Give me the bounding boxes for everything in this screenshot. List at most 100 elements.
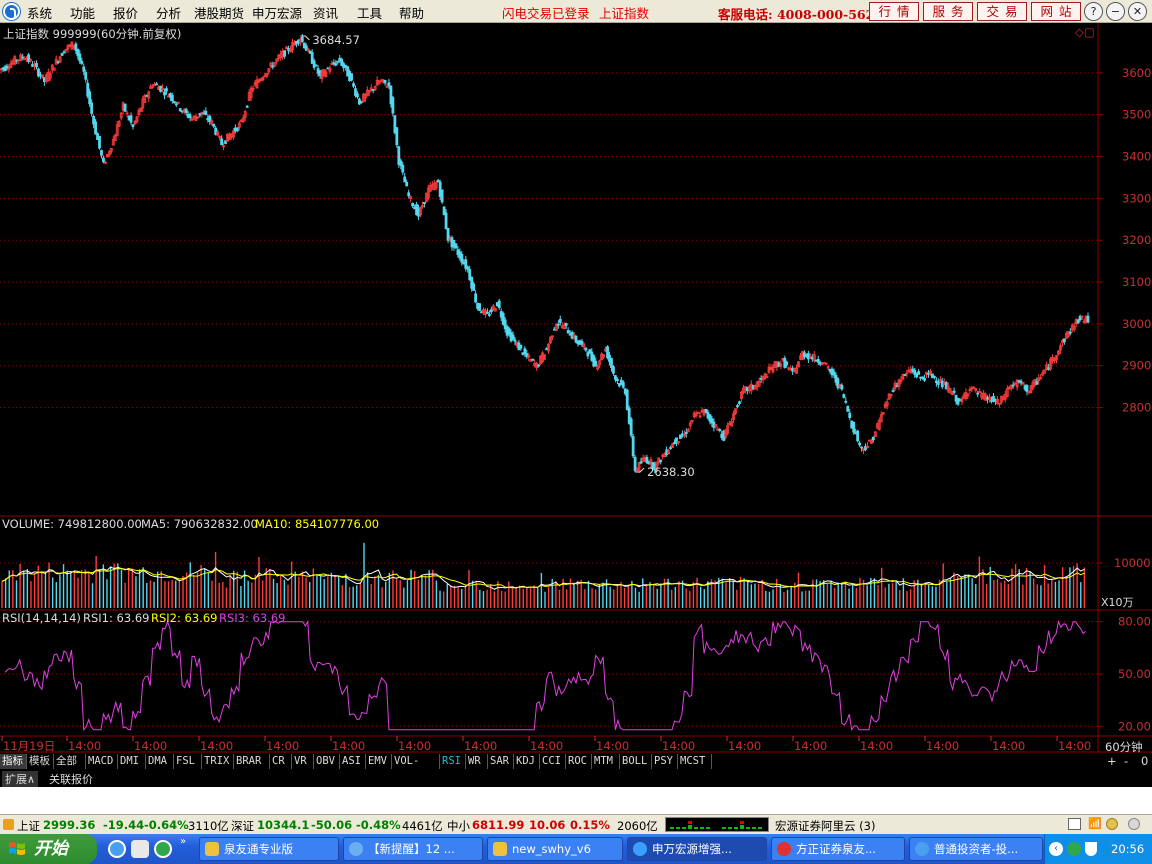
reset-zoom-button[interactable]: 0 <box>1141 754 1148 768</box>
candle <box>519 344 523 349</box>
menu-system[interactable]: 系统 <box>27 3 52 22</box>
price-tick-label: 3400 <box>1122 150 1151 164</box>
candle <box>472 283 476 291</box>
tray-app-icon[interactable] <box>1067 842 1081 856</box>
indicator-tab-模板[interactable]: 模板 <box>27 754 54 769</box>
candle <box>300 36 304 42</box>
expand-toggle[interactable]: 扩展∧ <box>2 771 39 787</box>
settings-icon[interactable] <box>1128 818 1140 830</box>
app-icon <box>777 842 791 856</box>
market-breadth-icon <box>665 817 769 832</box>
indicator-tab-wr[interactable]: WR <box>466 754 488 769</box>
indicator-tab-obv[interactable]: OBV <box>314 754 340 769</box>
indicator-tab-cr[interactable]: CR <box>270 754 292 769</box>
menu-hk-futures[interactable]: 港股期货 <box>194 3 244 22</box>
windows-flag-icon <box>9 842 25 855</box>
indicator-tab-emv[interactable]: EMV <box>366 754 392 769</box>
menu-analysis[interactable]: 分析 <box>156 3 181 22</box>
indicator-tab-fsl[interactable]: FSL <box>174 754 202 769</box>
tray-expand-icon[interactable]: ‹ <box>1049 842 1063 856</box>
nav-service-button[interactable]: 服务 <box>923 2 973 21</box>
indicator-tab-brar[interactable]: BRAR <box>234 754 270 769</box>
taskbar: 开始 » 泉友通专业版 【新提醒】12 ... new_swhy_v6 申万宏源… <box>0 834 1152 864</box>
quicklaunch-expand-icon[interactable]: » <box>180 836 186 847</box>
candle <box>235 127 239 132</box>
indicator-tab-dma[interactable]: DMA <box>146 754 174 769</box>
candle <box>334 63 338 66</box>
ticker-menu-icon[interactable] <box>3 819 14 830</box>
related-quote-tab[interactable]: 关联报价 <box>46 771 96 787</box>
indicator-tab-rsi[interactable]: RSI <box>440 754 466 769</box>
ie-icon[interactable] <box>108 840 126 858</box>
nav-website-button[interactable]: 网站 <box>1031 2 1081 21</box>
app-logo-icon[interactable] <box>3 3 20 20</box>
indicator-tab-mtm[interactable]: MTM <box>592 754 620 769</box>
taskbar-button-fangzheng[interactable]: 方正证券泉友... <box>771 837 905 861</box>
indicator-tab-roc[interactable]: ROC <box>566 754 592 769</box>
nav-market-button[interactable]: 行情 <box>869 2 919 21</box>
indicator-tab-指标[interactable]: 指标 <box>0 754 27 769</box>
volume-ma5-label: MA5: 790632832.00 <box>141 517 258 531</box>
indicator-tab-cci[interactable]: CCI <box>540 754 566 769</box>
volume-unit-label: X10万 <box>1101 596 1134 609</box>
indicator-tab-psy[interactable]: PSY <box>652 754 678 769</box>
server-name[interactable]: 宏源证券阿里云 (3) <box>775 818 875 834</box>
candle <box>486 311 489 314</box>
indicator-tab-boll[interactable]: BOLL <box>620 754 652 769</box>
menu-quote[interactable]: 报价 <box>113 3 138 22</box>
minimize-icon[interactable]: − <box>1106 2 1125 21</box>
candle <box>921 376 924 379</box>
menu-tools[interactable]: 工具 <box>357 3 382 22</box>
menu-info[interactable]: 资讯 <box>313 3 338 22</box>
min-price-label: 2638.30 <box>647 465 695 479</box>
candle <box>314 64 318 67</box>
candle <box>659 459 663 462</box>
security-shield-icon[interactable] <box>1085 842 1097 856</box>
window-icon[interactable] <box>1068 818 1081 830</box>
close-icon[interactable]: ✕ <box>1128 2 1147 21</box>
indicator-tab-vol-tdx[interactable]: VOL-TDX <box>392 754 440 782</box>
zx-change: 10.06 <box>529 818 566 832</box>
indicator-tab-kdj[interactable]: KDJ <box>514 754 540 769</box>
zx-label: 中小 <box>447 819 470 833</box>
menu-help[interactable]: 帮助 <box>399 3 424 22</box>
lock-icon[interactable] <box>1106 818 1118 830</box>
candle <box>917 371 921 375</box>
candle <box>631 436 635 457</box>
candle <box>184 108 188 113</box>
start-button[interactable]: 开始 <box>0 834 97 864</box>
zoom-in-button[interactable]: + <box>1107 754 1117 768</box>
sh-value: 2999.36 <box>43 818 96 832</box>
indicator-tab-trix[interactable]: TRIX <box>202 754 234 769</box>
candle <box>497 300 501 309</box>
indicator-tab-mcst[interactable]: MCST <box>678 754 712 769</box>
zoom-out-button[interactable]: - <box>1124 754 1128 768</box>
time-axis-label: 14:00 <box>200 739 233 753</box>
indicator-tab-macd[interactable]: MACD <box>86 754 118 769</box>
menu-function[interactable]: 功能 <box>70 3 95 22</box>
browser-icon[interactable] <box>154 840 172 858</box>
taskbar-button-quanyoutong[interactable]: 泉友通专业版 <box>199 837 339 861</box>
chart-canvas[interactable]: 3600 3500 3400 3300 3200 3100 3000 2900 2800 3684… <box>0 23 1152 753</box>
indicator-tab-dmi[interactable]: DMI <box>118 754 146 769</box>
rsi3-label: RSI3: 63.69 <box>219 611 286 625</box>
nav-trade-button[interactable]: 交易 <box>977 2 1027 21</box>
signal-icon[interactable]: 📶 <box>1088 817 1102 830</box>
taskbar-button-reminder[interactable]: 【新提醒】12 ... <box>343 837 483 861</box>
indicator-tab-asi[interactable]: ASI <box>340 754 366 769</box>
candle <box>736 405 739 408</box>
chart-area[interactable]: 3600 3500 3400 3300 3200 3100 3000 2900 2800 3684… <box>0 23 1152 754</box>
menu-swhy[interactable]: 申万宏源 <box>252 3 302 22</box>
indicator-tab-vr[interactable]: VR <box>292 754 314 769</box>
candle <box>846 405 850 412</box>
indicator-tab-全部[interactable]: 全部 <box>54 754 86 769</box>
taskbar-button-new-swhy[interactable]: new_swhy_v6 <box>487 837 623 861</box>
indicator-tab-sar[interactable]: SAR <box>488 754 514 769</box>
help-icon[interactable]: ? <box>1084 2 1103 21</box>
time-axis-label: 14:00 <box>926 739 959 753</box>
desktop-icon[interactable] <box>131 840 149 858</box>
volume-tick-label: 10000 <box>1114 556 1151 570</box>
taskbar-button-swhy-enhanced[interactable]: 申万宏源增强... <box>627 837 767 861</box>
taskbar-button-investor[interactable]: 普通投资者-投... <box>909 837 1043 861</box>
chart-corner-icons[interactable]: ◇▢ <box>1075 25 1095 39</box>
